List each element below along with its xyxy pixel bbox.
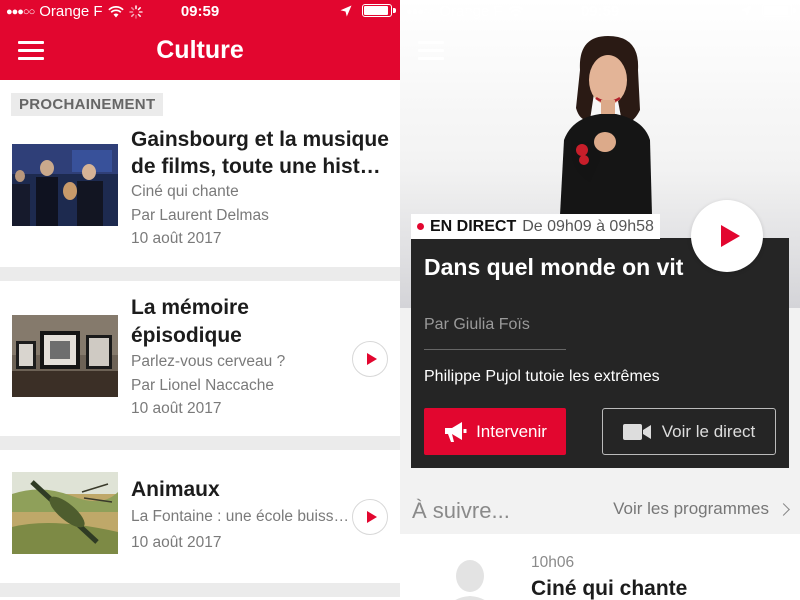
location-arrow-icon	[740, 5, 752, 16]
hamburger-icon[interactable]	[418, 41, 444, 61]
show-name: Parlez-vous cerveau ?	[131, 353, 286, 370]
person-silhouette-icon	[455, 560, 485, 600]
live-dot-icon	[417, 223, 424, 230]
next-label: À suivre...	[412, 498, 510, 523]
culture-screen: Culture ●●●○○ Orange F 09:59 PROCHAINEME…	[0, 0, 400, 600]
next-time: 10h06	[531, 554, 575, 571]
play-button[interactable]	[691, 200, 763, 272]
play-button[interactable]	[352, 341, 388, 377]
live-player-panel: Dans quel monde on vit Par Giulia Foïs P…	[411, 238, 789, 468]
episode-date: 10 août 2017	[131, 230, 222, 247]
episode-title: Animaux	[131, 478, 220, 501]
next-title: Ciné qui chante	[531, 577, 688, 600]
battery-icon	[362, 4, 396, 17]
list-item[interactable]: Animaux La Fontaine : une école buiss… 1…	[0, 450, 400, 583]
intervenir-button[interactable]: Intervenir	[424, 408, 566, 455]
author: Par Lionel Naccache	[131, 377, 275, 394]
episode-title: La mémoire	[131, 296, 249, 319]
video-camera-icon	[622, 423, 651, 440]
episode-title: épisodique	[131, 324, 242, 347]
megaphone-icon	[445, 421, 467, 442]
play-button[interactable]	[352, 499, 388, 535]
live-screen: ●●●○○ Orange F 09:59 Dans quel monde on …	[400, 0, 800, 600]
episode-thumbnail	[12, 144, 118, 226]
section-label: PROCHAINEMENT	[11, 93, 164, 116]
author: Par Laurent Delmas	[131, 207, 269, 224]
next-program-item[interactable]: 10h06 Ciné qui chante	[400, 534, 800, 600]
divider	[424, 349, 566, 350]
show-title: Dans quel monde on vit	[424, 254, 684, 280]
show-name: Ciné qui chante	[131, 183, 239, 200]
live-time-range: De 09h09 à 09h58	[522, 217, 654, 235]
programs-link-label: Voir les programmes	[613, 499, 769, 518]
episode-title: Gainsbourg et la musique	[131, 128, 389, 151]
list-item[interactable]: La mémoire épisodique Parlez-vous cervea…	[0, 281, 400, 436]
episode-title: Philippe Pujol tutoie les extrêmes	[424, 368, 660, 385]
live-badge: EN DIRECT De 09h09 à 09h58	[411, 214, 660, 239]
next-section-header: À suivre... Voir les programmes	[400, 490, 800, 534]
page-title: Culture	[156, 36, 244, 64]
list-item[interactable]: PROCHAINEMENT Gainsbourg et la musique d…	[0, 80, 400, 267]
episode-title: de films, toute une hist…	[131, 155, 381, 178]
chevron-right-icon	[777, 502, 790, 516]
intervenir-label: Intervenir	[476, 421, 547, 441]
voir-le-direct-label: Voir le direct	[661, 421, 756, 441]
status-bar: ●●●○○ Orange F 09:59	[400, 0, 800, 24]
voir-le-direct-button[interactable]: Voir le direct	[602, 408, 776, 455]
battery-icon	[762, 4, 796, 17]
live-label: EN DIRECT	[430, 217, 517, 235]
episode-thumbnail	[12, 315, 118, 397]
episode-date: 10 août 2017	[131, 400, 222, 417]
programs-link[interactable]: Voir les programmes	[613, 499, 790, 519]
location-arrow-icon	[340, 5, 352, 16]
episode-date: 10 août 2017	[131, 534, 222, 551]
show-name: La Fontaine : une école buiss…	[131, 508, 349, 525]
episode-thumbnail	[12, 472, 118, 554]
status-bar: ●●●○○ Orange F 09:59	[0, 0, 400, 24]
host-name: Par Giulia Foïs	[424, 316, 530, 333]
